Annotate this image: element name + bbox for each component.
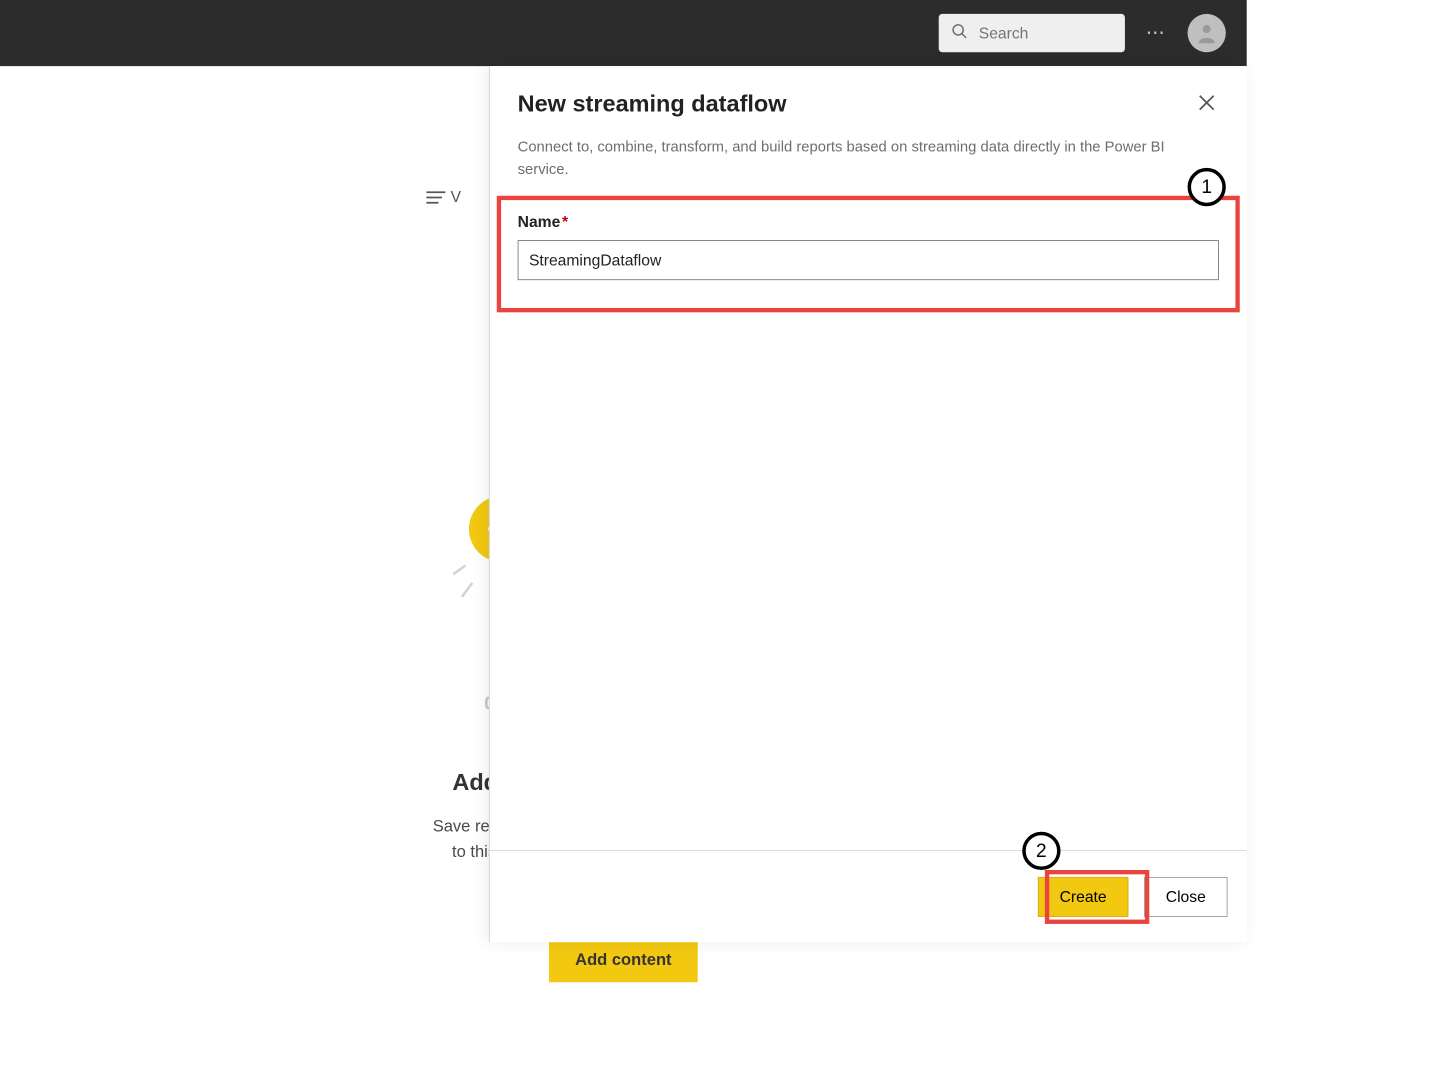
required-asterisk: * xyxy=(562,213,568,230)
panel-description: Connect to, combine, transform, and buil… xyxy=(518,136,1214,180)
avatar[interactable] xyxy=(1188,14,1226,52)
add-content-button[interactable]: Add content xyxy=(549,938,698,982)
top-bar: ⋯ xyxy=(0,0,1247,66)
close-icon[interactable] xyxy=(1195,90,1219,120)
annotation-badge-1: 1 xyxy=(1188,168,1226,206)
panel-footer: 2 Create Close xyxy=(490,850,1247,942)
view-menu-label: V xyxy=(451,188,461,206)
name-label-text: Name xyxy=(518,213,561,230)
menu-lines-icon xyxy=(426,189,445,205)
new-streaming-dataflow-panel: New streaming dataflow Connect to, combi… xyxy=(489,66,1247,942)
create-button[interactable]: Create xyxy=(1038,877,1129,917)
more-options-icon[interactable]: ⋯ xyxy=(1139,22,1174,45)
search-icon xyxy=(951,22,968,44)
name-input[interactable] xyxy=(518,240,1219,280)
name-field-label: Name* xyxy=(518,213,569,230)
view-menu-button[interactable]: V xyxy=(426,188,461,206)
name-field-block: 1 Name* xyxy=(518,213,1219,280)
close-button[interactable]: Close xyxy=(1144,877,1228,917)
annotation-badge-2: 2 xyxy=(1022,832,1060,870)
panel-title: New streaming dataflow xyxy=(518,90,787,117)
search-input[interactable] xyxy=(979,24,1113,42)
search-input-container[interactable] xyxy=(939,14,1125,52)
